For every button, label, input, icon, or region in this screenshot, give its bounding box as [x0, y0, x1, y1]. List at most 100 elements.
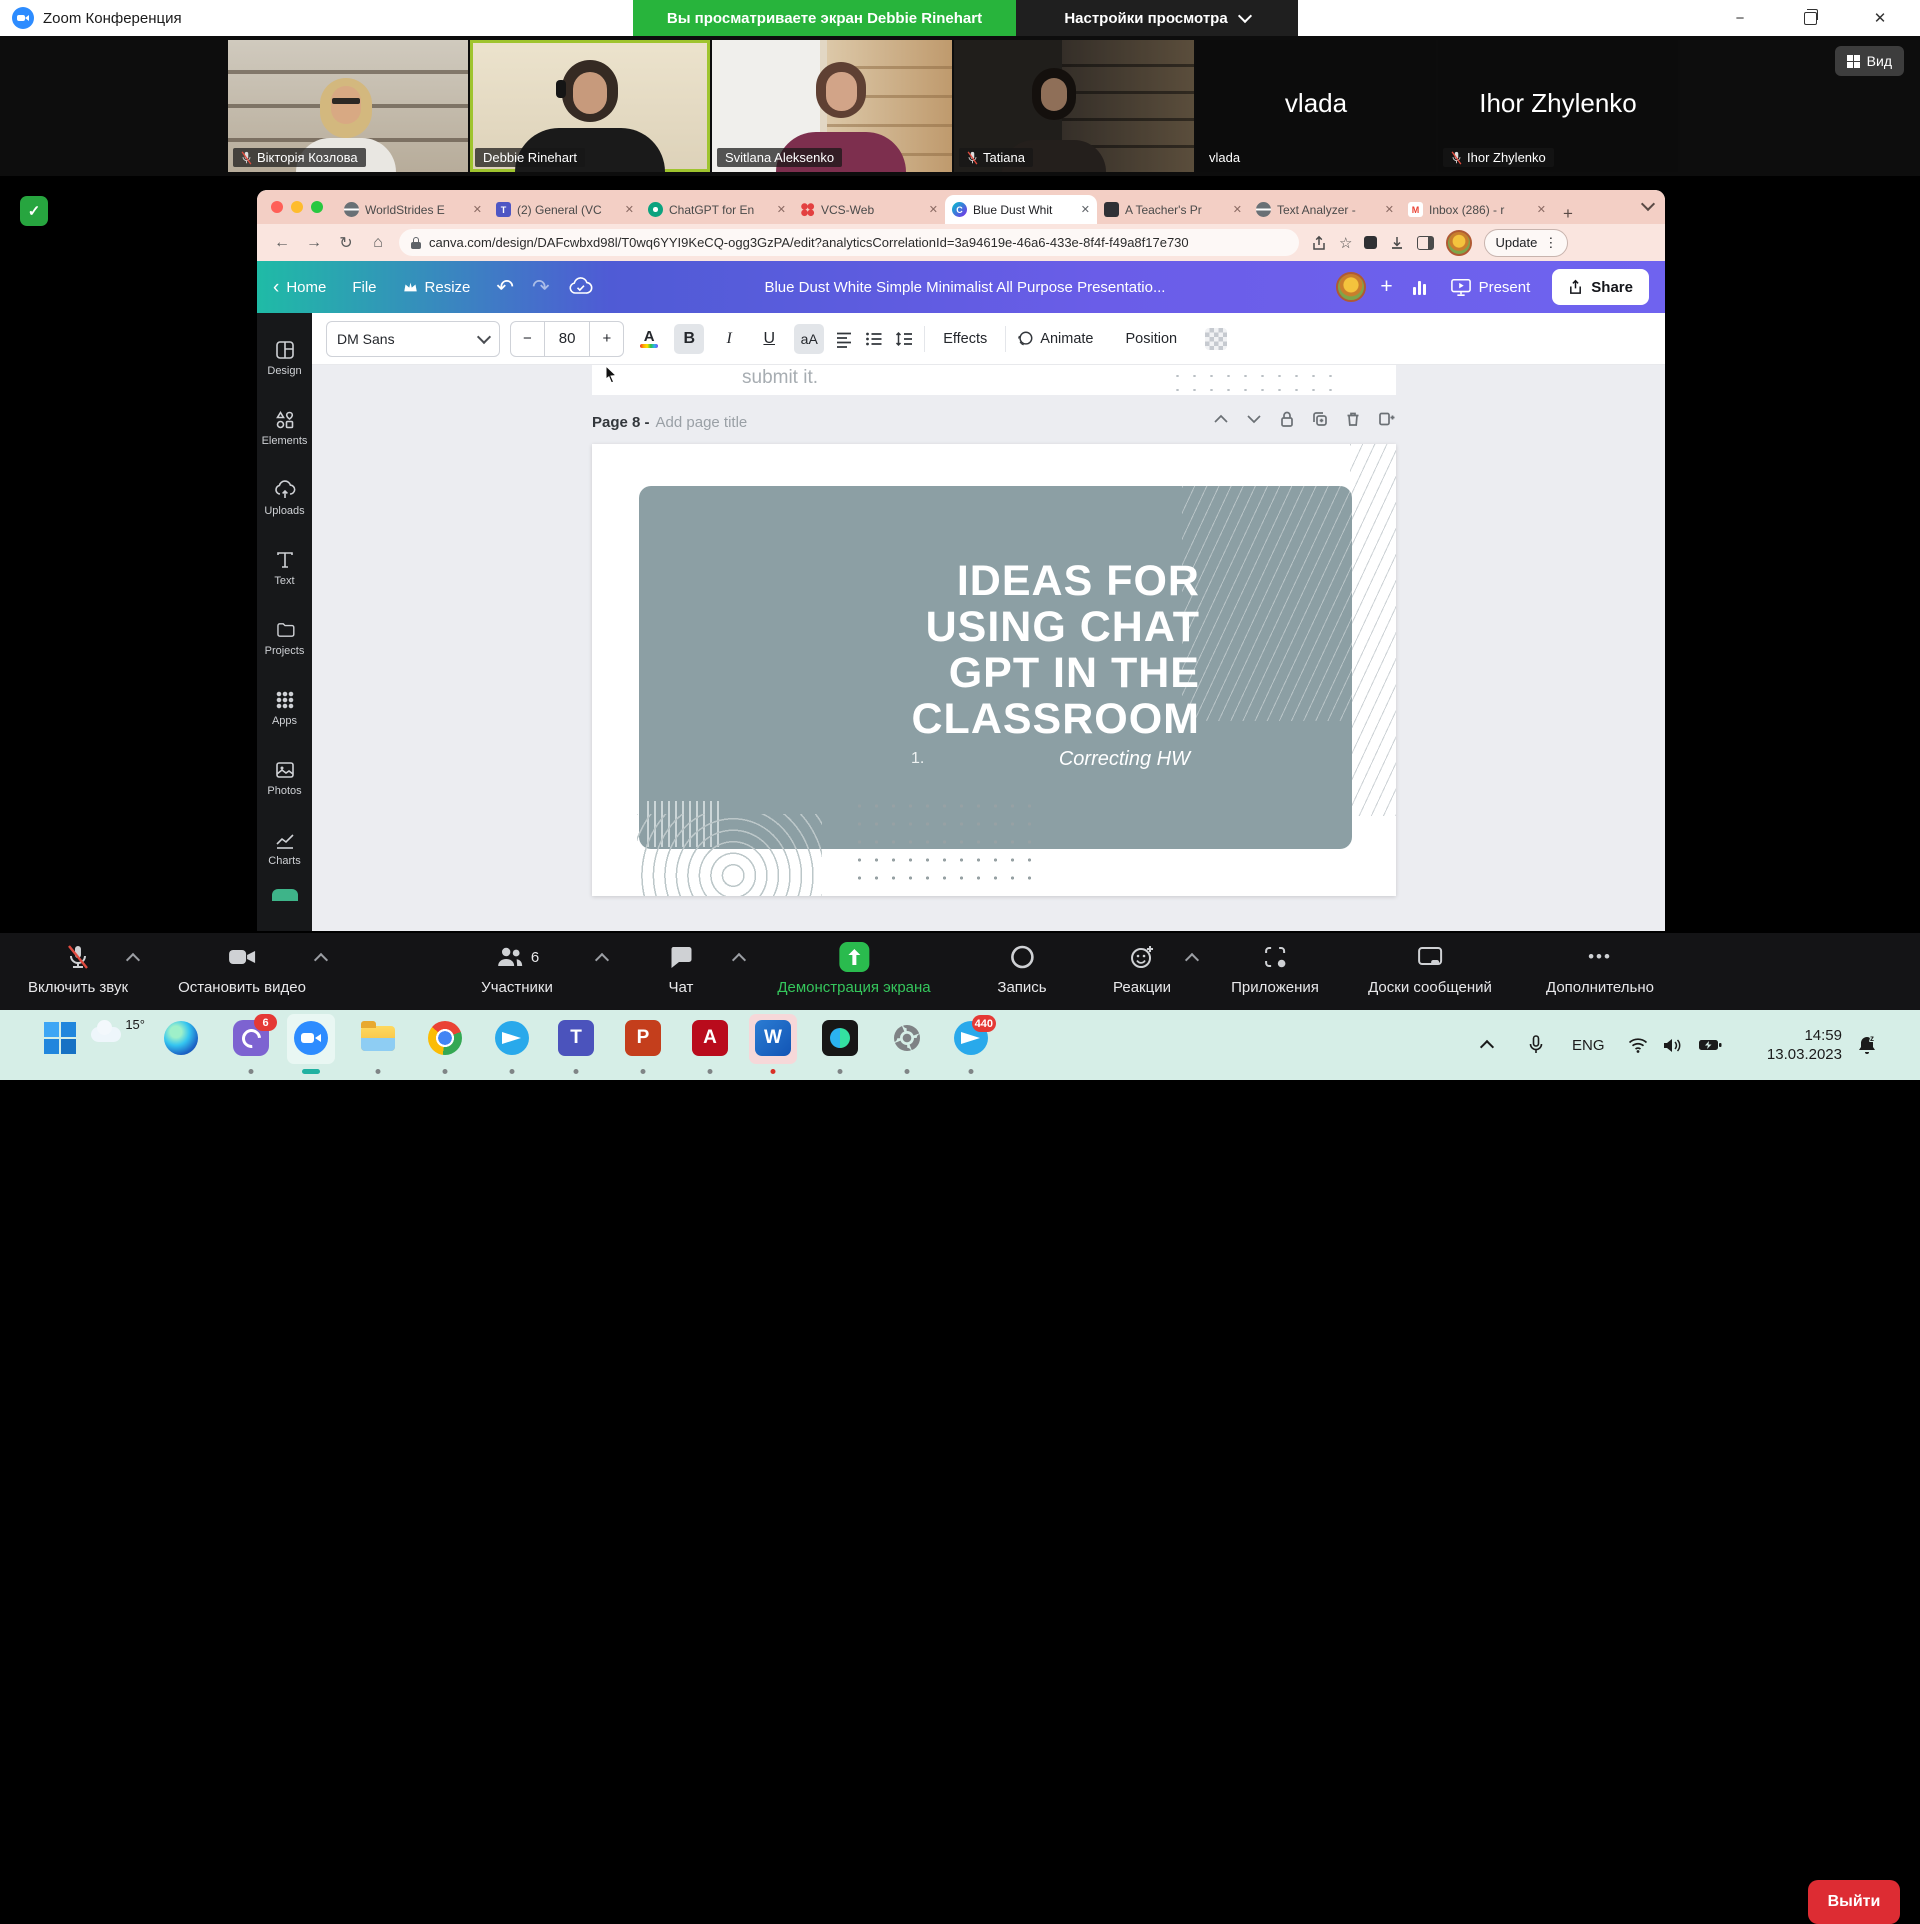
audio-options-chevron[interactable]	[126, 953, 140, 967]
sidebar-item-elements[interactable]: Elements	[257, 393, 312, 463]
slide-list-item[interactable]: Correcting HW	[1059, 748, 1190, 771]
reactions-options-chevron[interactable]	[1185, 953, 1199, 967]
video-tile-tatiana[interactable]: Tatiana	[954, 40, 1194, 172]
tray-microphone[interactable]	[1528, 1010, 1544, 1080]
tray-wifi[interactable]	[1628, 1010, 1648, 1080]
unmute-button[interactable]: Включить звук	[28, 942, 128, 996]
tab-overflow-chevron-icon[interactable]	[1641, 197, 1655, 211]
duplicate-page-button[interactable]	[1310, 409, 1330, 429]
forward-button[interactable]: →	[299, 234, 329, 252]
tab-close-icon[interactable]: ✕	[929, 203, 938, 216]
move-page-down-button[interactable]	[1244, 409, 1264, 429]
taskbar-edge[interactable]	[160, 1017, 202, 1059]
font-size-value[interactable]: 80	[544, 322, 591, 356]
tray-show-hidden[interactable]	[1482, 1010, 1492, 1080]
italic-button[interactable]: I	[714, 324, 744, 354]
undo-button[interactable]: ↶	[496, 275, 514, 300]
chat-options-chevron[interactable]	[732, 953, 746, 967]
video-tile-debbie[interactable]: Debbie Rinehart	[470, 40, 710, 172]
view-mode-button[interactable]: Вид	[1835, 46, 1904, 76]
taskbar-webex[interactable]	[819, 1017, 861, 1059]
mac-minimize-button[interactable]	[291, 201, 303, 213]
tab-close-icon[interactable]: ✕	[625, 203, 634, 216]
tray-volume[interactable]	[1662, 1010, 1682, 1080]
move-page-up-button[interactable]	[1211, 409, 1231, 429]
sidebar-item-apps[interactable]: Apps	[257, 673, 312, 743]
participants-options-chevron[interactable]	[595, 953, 609, 967]
apps-button[interactable]: Приложения	[1231, 942, 1319, 996]
sidebar-item-projects[interactable]: Projects	[257, 603, 312, 673]
side-panel-icon[interactable]	[1417, 236, 1434, 250]
present-button[interactable]: Present	[1450, 277, 1531, 297]
underline-button[interactable]: U	[754, 324, 784, 354]
tab-close-icon[interactable]: ✕	[1537, 203, 1546, 216]
file-menu-button[interactable]: File	[352, 279, 376, 296]
video-tile-vlada[interactable]: vlada vlada	[1196, 40, 1436, 172]
tab-chatgpt[interactable]: ChatGPT for En ✕	[641, 195, 793, 224]
tab-teams-general[interactable]: T (2) General (VC ✕	[489, 195, 641, 224]
bookmark-star-icon[interactable]: ☆	[1339, 234, 1352, 252]
taskbar-telegram[interactable]	[491, 1017, 533, 1059]
transparency-button[interactable]	[1205, 328, 1227, 350]
tab-text-analyzer[interactable]: Text Analyzer - ✕	[1249, 195, 1401, 224]
slide-page[interactable]: IDEAS FOR USING CHAT GPT IN THE CLASSROO…	[592, 444, 1396, 896]
taskbar-teams[interactable]: T	[555, 1017, 597, 1059]
video-tile-viktoria[interactable]: Вікторія Козлова	[228, 40, 468, 172]
download-icon[interactable]	[1389, 235, 1405, 251]
tray-language[interactable]: ENG	[1572, 1010, 1605, 1080]
line-spacing-button[interactable]	[894, 329, 914, 349]
taskbar-explorer[interactable]	[357, 1017, 399, 1059]
taskbar-acrobat[interactable]: A	[689, 1017, 731, 1059]
leave-meeting-button[interactable]: Выйти	[1808, 1880, 1900, 1924]
position-button[interactable]: Position	[1117, 331, 1185, 347]
mac-close-button[interactable]	[271, 201, 283, 213]
kebab-menu-icon[interactable]: ⋮	[1544, 235, 1557, 251]
design-title[interactable]: Blue Dust White Simple Minimalist All Pu…	[594, 279, 1337, 296]
sidebar-item-photos[interactable]: Photos	[257, 743, 312, 813]
video-options-chevron[interactable]	[314, 953, 328, 967]
back-button[interactable]: ←	[267, 234, 297, 252]
taskbar-chrome[interactable]	[424, 1017, 466, 1059]
slide-title[interactable]: IDEAS FOR USING CHAT GPT IN THE CLASSROO…	[912, 558, 1201, 742]
delete-page-button[interactable]	[1343, 409, 1363, 429]
share-button[interactable]: Share	[1552, 269, 1649, 305]
text-color-button[interactable]: A	[634, 329, 664, 348]
bold-button[interactable]: B	[674, 324, 704, 354]
tray-notifications[interactable]: z	[1856, 1010, 1878, 1080]
close-button[interactable]: ✕	[1852, 0, 1908, 36]
bullet-list-button[interactable]	[864, 329, 884, 349]
font-family-select[interactable]: DM Sans	[326, 321, 500, 357]
share-screen-button[interactable]: Демонстрация экрана	[777, 942, 930, 996]
tab-close-icon[interactable]: ✕	[1385, 203, 1394, 216]
record-button[interactable]: Запись	[997, 942, 1046, 996]
tab-canva-active[interactable]: C Blue Dust Whit ✕	[945, 195, 1097, 224]
lock-page-button[interactable]	[1277, 409, 1297, 429]
chrome-update-button[interactable]: Update ⋮	[1484, 229, 1568, 257]
animate-button[interactable]: Animate	[1016, 330, 1093, 348]
minimize-button[interactable]: −	[1712, 0, 1768, 36]
redo-button[interactable]: ↷	[532, 275, 550, 300]
uppercase-button[interactable]: aA	[794, 324, 824, 354]
stop-video-button[interactable]: Остановить видео	[178, 942, 306, 996]
resize-button[interactable]: Resize	[403, 279, 471, 296]
home-nav-button[interactable]: ‹ Home	[273, 278, 326, 297]
reactions-button[interactable]: Реакции	[1113, 942, 1171, 996]
reload-button[interactable]: ↻	[331, 233, 361, 253]
extension-icon[interactable]	[1364, 236, 1377, 249]
weather-widget[interactable]: 15°	[89, 1017, 147, 1059]
tab-gmail-inbox[interactable]: M Inbox (286) - r ✕	[1401, 195, 1553, 224]
start-button[interactable]	[39, 1017, 81, 1059]
taskbar-powerpoint[interactable]: P	[622, 1017, 664, 1059]
taskbar-word[interactable]: W	[752, 1017, 794, 1059]
tab-worldstrides[interactable]: WorldStrides E ✕	[337, 195, 489, 224]
restore-button[interactable]	[1782, 0, 1838, 36]
previous-page-partial[interactable]: submit it.	[592, 365, 1396, 395]
view-settings-dropdown[interactable]: Настройки просмотра	[1016, 0, 1298, 36]
add-member-button[interactable]: +	[1380, 275, 1392, 299]
taskbar-zoom[interactable]	[290, 1017, 332, 1059]
video-tile-svitlana[interactable]: Svitlana Aleksenko	[712, 40, 952, 172]
profile-avatar[interactable]	[1446, 230, 1472, 256]
font-size-decrease[interactable]: −	[511, 322, 544, 356]
tab-vcs-web[interactable]: VCS-Web ✕	[793, 195, 945, 224]
tray-battery[interactable]	[1698, 1010, 1722, 1080]
